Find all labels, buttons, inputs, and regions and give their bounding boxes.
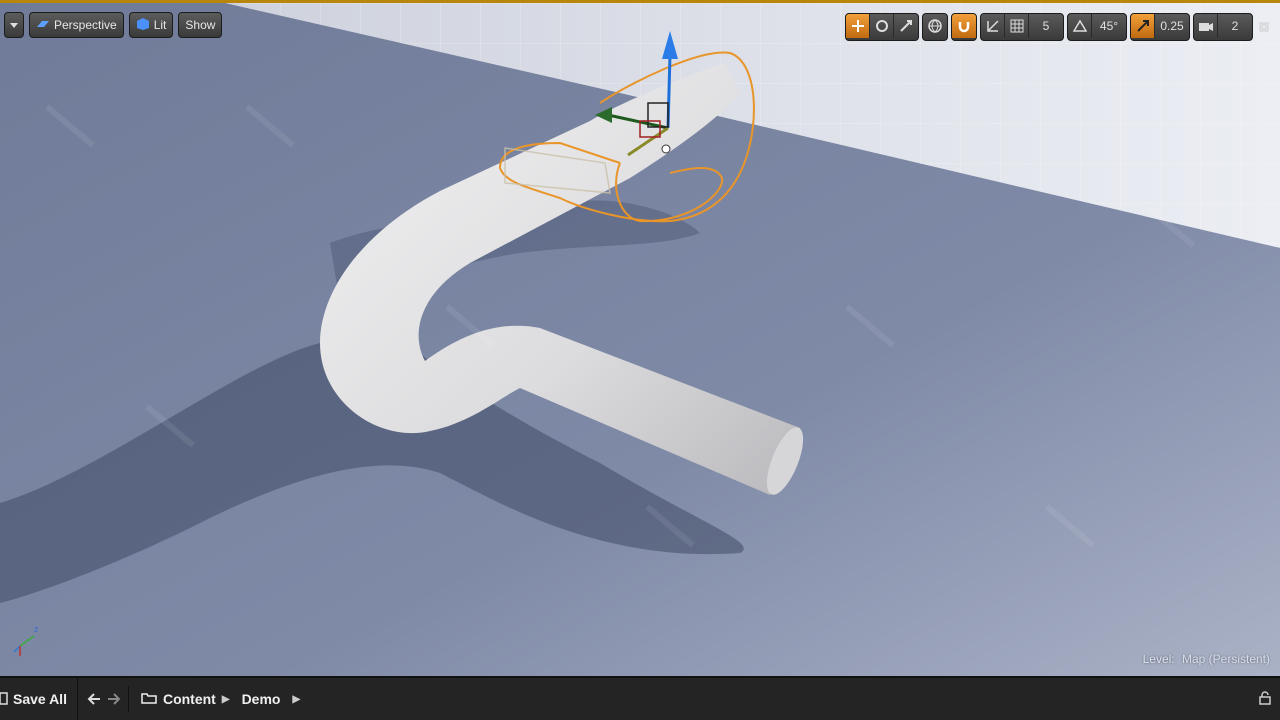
- breadcrumb-separator-icon[interactable]: ▶: [222, 694, 230, 705]
- history-back-button[interactable]: [84, 684, 104, 714]
- globe-icon: [928, 19, 942, 33]
- history-forward-button[interactable]: [104, 684, 124, 714]
- arrow-left-icon: [87, 693, 100, 705]
- lit-sphere-icon: [136, 17, 150, 34]
- svg-text:z: z: [34, 624, 39, 634]
- camera-speed-group: 2: [1193, 13, 1253, 41]
- breadcrumb: Content ▶ Demo ▶: [133, 691, 308, 707]
- maximize-viewport-button[interactable]: [1256, 15, 1272, 39]
- surface-snap-group: [951, 13, 977, 41]
- arrow-right-icon: [107, 693, 121, 705]
- transform-mode-group: [845, 13, 919, 41]
- breadcrumb-demo[interactable]: Demo: [242, 691, 281, 707]
- content-browser-bar: Save All Content ▶ Demo ▶: [0, 676, 1280, 720]
- lit-view-mode-button[interactable]: Lit: [128, 12, 174, 38]
- save-all-button[interactable]: Save All: [0, 678, 78, 720]
- show-button[interactable]: Show: [178, 12, 223, 38]
- level-value: Map (Persistent): [1181, 652, 1270, 666]
- viewport-options-button[interactable]: [4, 12, 24, 38]
- hand-cursor-icon: [661, 144, 671, 154]
- level-label: Level:: [1142, 652, 1175, 666]
- save-all-label: Save All: [13, 691, 67, 707]
- scale-icon: [900, 20, 912, 32]
- scale-snap-toggle[interactable]: [1131, 14, 1155, 38]
- rotation-snap-group: 45°: [1067, 13, 1127, 41]
- camera-icon: [1198, 23, 1213, 31]
- scale-mode-button[interactable]: [894, 14, 918, 38]
- lock-icon[interactable]: [1258, 691, 1272, 705]
- show-label: Show: [185, 18, 216, 32]
- rotation-snap-value[interactable]: 45°: [1092, 14, 1126, 38]
- translate-mode-button[interactable]: [846, 14, 870, 38]
- level-viewport[interactable]: Perspective Lit Show 5 45° 0.25 2 z Leve…: [0, 0, 1280, 676]
- maximize-icon: [1259, 22, 1269, 32]
- grid-snap-toggle[interactable]: [981, 14, 1005, 38]
- camera-speed-button[interactable]: [1194, 14, 1218, 38]
- rotate-icon: [875, 20, 888, 32]
- angle-icon: [1072, 19, 1087, 32]
- perspective-label: Perspective: [54, 18, 117, 32]
- viewport-toolbar-right: 5 45° 0.25 2: [845, 13, 1272, 41]
- chevron-down-icon: [9, 18, 19, 32]
- camera-speed-value[interactable]: 2: [1218, 14, 1252, 38]
- grid-icon: [1010, 19, 1023, 33]
- viewport-toolbar-left: Perspective Lit Show: [4, 12, 223, 38]
- scale-snap-value[interactable]: 0.25: [1155, 14, 1189, 38]
- scale-snap-group: 0.25: [1130, 13, 1190, 41]
- save-icon: [0, 691, 8, 708]
- breadcrumb-content[interactable]: Content: [163, 691, 216, 707]
- level-indicator: Level: Map (Persistent): [1143, 652, 1270, 666]
- rotation-snap-toggle[interactable]: [1068, 14, 1092, 38]
- magnet-icon: [958, 22, 970, 33]
- grid-snap-group: 5: [980, 13, 1064, 41]
- perspective-button[interactable]: Perspective: [29, 12, 124, 38]
- perspective-cube-icon: [36, 18, 50, 32]
- folder-icon: [141, 691, 157, 707]
- grid-snap-icon: [986, 20, 999, 32]
- surface-snapping-button[interactable]: [952, 14, 976, 38]
- coordinate-space-group: [922, 13, 948, 41]
- scale-snap-icon: [1136, 20, 1149, 32]
- grid-snap-value[interactable]: 5: [1029, 14, 1063, 38]
- rotate-mode-button[interactable]: [870, 14, 894, 38]
- axis-indicator-icon: z: [13, 624, 39, 656]
- breadcrumb-separator-icon[interactable]: ▶: [292, 694, 300, 705]
- grid-icon-button[interactable]: [1005, 14, 1029, 38]
- viewport-scene[interactable]: [0, 3, 1280, 676]
- divider: [127, 686, 129, 712]
- lit-label: Lit: [153, 18, 167, 32]
- world-space-button[interactable]: [923, 14, 947, 38]
- move-arrows-icon: [851, 20, 864, 32]
